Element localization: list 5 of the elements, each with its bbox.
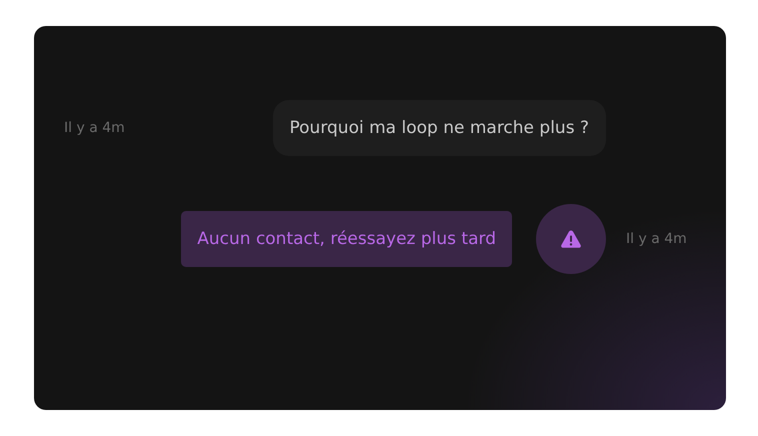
timestamp: Il y a 4m bbox=[64, 120, 125, 136]
error-message: Aucun contact, réessayez plus tard bbox=[181, 211, 512, 267]
timestamp: Il y a 4m bbox=[625, 231, 688, 247]
message-bubble: Pourquoi ma loop ne marche plus ? bbox=[272, 100, 606, 156]
warning-icon bbox=[560, 229, 582, 249]
